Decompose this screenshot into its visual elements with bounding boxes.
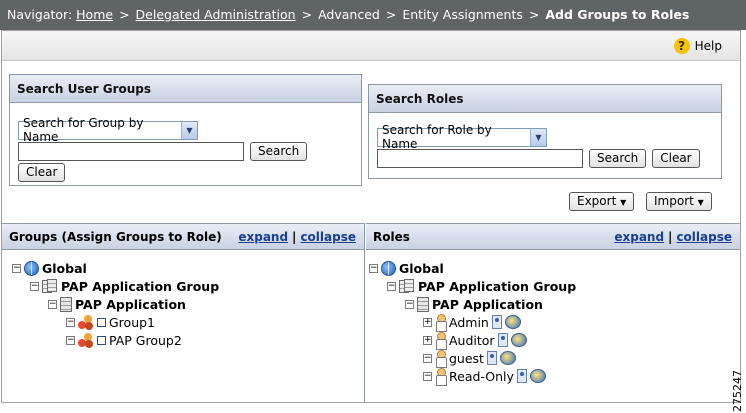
server-icon (417, 296, 429, 312)
assigned-users-icon[interactable] (504, 315, 521, 329)
groups-collapse-link[interactable]: collapse (300, 230, 356, 244)
role-search-input[interactable] (377, 148, 583, 168)
collapse-toggle[interactable]: − (423, 353, 432, 363)
tree-node-group1[interactable]: − Group1 (66, 313, 155, 331)
chevron-down-icon[interactable]: ▼ (530, 128, 546, 146)
assigned-users-icon[interactable] (529, 369, 546, 383)
role-icon (435, 350, 447, 368)
roles-tree: − Global − PAP Application Group − PAP A… (366, 250, 740, 386)
tree-node-global[interactable]: − Global (12, 259, 87, 277)
assign-checkbox[interactable] (97, 317, 106, 327)
roles-collapse-link[interactable]: collapse (676, 230, 732, 244)
assign-checkbox[interactable] (97, 335, 106, 345)
tree-node-role-admin[interactable]: + Admin (423, 313, 521, 332)
groups-tree-header: Groups (Assign Groups to Role) expand | co… (2, 224, 364, 250)
role-icon (435, 368, 447, 386)
user-group-icon (78, 332, 94, 348)
groups-expand-link[interactable]: expand (238, 230, 288, 244)
breadcrumb-current: Add Groups to Roles (545, 7, 690, 22)
role-search-button[interactable]: Search (589, 148, 647, 168)
breadcrumb-home[interactable]: Home (76, 7, 113, 22)
expand-toggle[interactable]: + (423, 317, 432, 327)
role-clear-button[interactable]: Clear (652, 148, 700, 168)
collapse-toggle[interactable]: − (405, 299, 414, 309)
group-clear-button[interactable]: Clear (18, 162, 66, 182)
globe-icon (381, 260, 396, 276)
collapse-toggle[interactable]: − (30, 281, 39, 291)
caret-down-icon: ▼ (620, 198, 627, 207)
search-roles-panel: Search Roles Search for Role by Name ▼ S… (368, 84, 722, 179)
assigned-users-icon[interactable] (499, 351, 516, 365)
roles-tree-title: Roles (373, 230, 410, 244)
role-icon (435, 314, 447, 332)
caret-down-icon: ▼ (697, 198, 704, 207)
role-details-icon[interactable] (486, 351, 497, 365)
chevron-down-icon[interactable]: ▼ (181, 121, 197, 139)
collapse-toggle[interactable]: − (66, 317, 75, 327)
search-roles-title: Search Roles (369, 85, 721, 113)
content-frame: ? Help Search User Groups Search for Gro… (1, 30, 741, 403)
roles-tree-panel: Roles expand | collapse − Global − PAP App… (366, 223, 740, 403)
server-group-icon (399, 278, 415, 294)
search-user-groups-title: Search User Groups (10, 75, 361, 103)
role-search-type-select[interactable]: Search for Role by Name ▼ (377, 123, 547, 151)
expand-toggle[interactable]: + (423, 335, 432, 345)
tree-node-pap-group2[interactable]: − PAP Group2 (66, 331, 182, 349)
group-search-button[interactable]: Search (250, 141, 308, 161)
collapse-toggle[interactable]: − (12, 263, 21, 273)
help-link[interactable]: ? Help (673, 38, 722, 54)
collapse-toggle[interactable]: − (66, 335, 75, 345)
groups-tree: − Global − PAP Application Group − PAP A… (2, 250, 364, 348)
tree-node-global[interactable]: − Global (369, 259, 444, 277)
groups-tree-panel: Groups (Assign Groups to Role) expand | co… (2, 223, 365, 403)
navigator-prefix: Navigator: (7, 7, 73, 22)
tree-node-role-guest[interactable]: − guest (423, 349, 516, 368)
server-icon (60, 296, 72, 312)
groups-tree-title: Groups (Assign Groups to Role) (9, 230, 222, 244)
assigned-users-icon[interactable] (510, 333, 527, 347)
group-search-type-select[interactable]: Search for Group by Name ▼ (18, 116, 198, 144)
role-details-icon[interactable] (491, 315, 502, 329)
roles-expand-link[interactable]: expand (614, 230, 664, 244)
tree-node-role-read-only[interactable]: − Read-Only (423, 367, 546, 386)
group-search-input[interactable] (18, 141, 244, 161)
export-button[interactable]: Export ▼ (569, 192, 635, 211)
roles-tree-header: Roles expand | collapse (366, 224, 740, 250)
role-details-icon[interactable] (497, 333, 508, 347)
tree-node-role-auditor[interactable]: + Auditor (423, 331, 527, 350)
toolbar: ? Help (2, 31, 740, 61)
globe-icon (24, 260, 39, 276)
tree-node-pap-application-group[interactable]: − PAP Application Group (30, 277, 219, 295)
server-group-icon (42, 278, 58, 294)
user-group-icon (78, 314, 94, 330)
breadcrumb-advanced: Advanced (318, 7, 380, 22)
collapse-toggle[interactable]: − (48, 299, 57, 309)
collapse-toggle[interactable]: − (423, 371, 432, 381)
role-icon (435, 332, 447, 350)
navigator-bar: Navigator: Home > Delegated Administration… (0, 0, 746, 30)
breadcrumb-entity-assignments: Entity Assignments (402, 7, 523, 22)
search-user-groups-panel: Search User Groups Search for Group by N… (9, 74, 362, 186)
help-icon[interactable]: ? (673, 38, 690, 54)
tree-node-pap-application[interactable]: − PAP Application (48, 295, 186, 313)
tree-node-pap-application-group[interactable]: − PAP Application Group (387, 277, 576, 295)
role-details-icon[interactable] (516, 369, 527, 383)
tree-node-pap-application[interactable]: − PAP Application (405, 295, 543, 313)
collapse-toggle[interactable]: − (387, 281, 396, 291)
collapse-toggle[interactable]: − (369, 263, 378, 273)
breadcrumb-delegated-administration[interactable]: Delegated Administration (136, 7, 296, 22)
import-button[interactable]: Import ▼ (646, 192, 712, 211)
figure-id: 275247 (731, 370, 744, 412)
help-label[interactable]: Help (695, 39, 722, 53)
